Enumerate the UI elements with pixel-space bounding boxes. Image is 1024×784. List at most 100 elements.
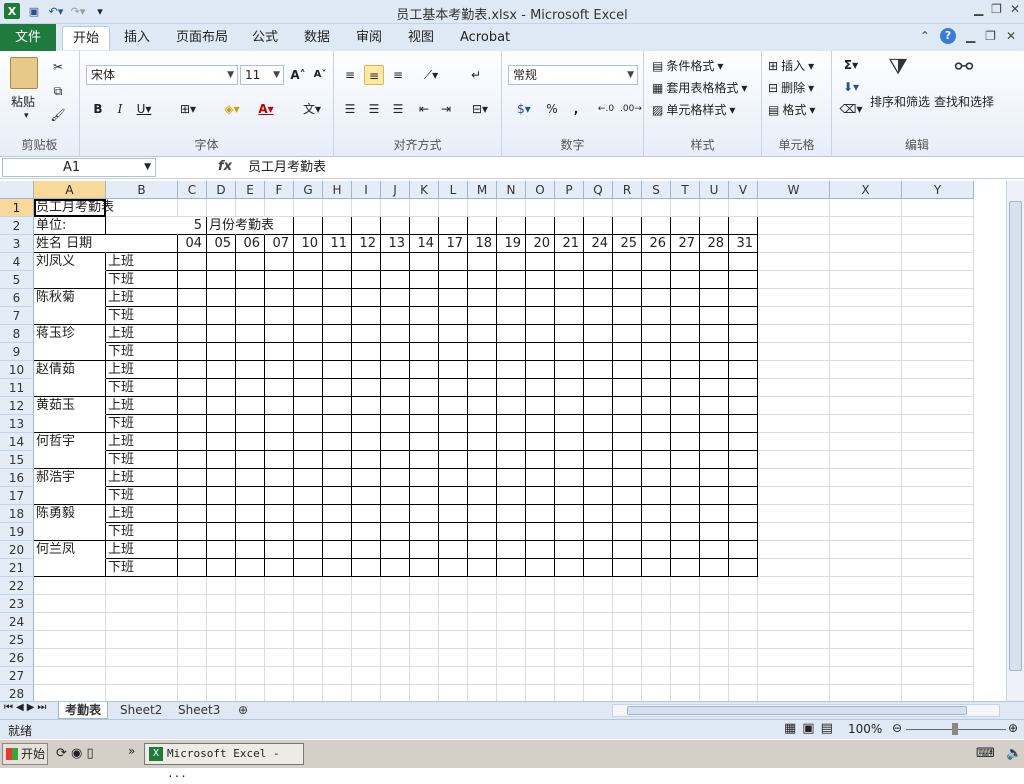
- cell[interactable]: [729, 271, 758, 289]
- cell[interactable]: [700, 397, 729, 415]
- cell[interactable]: [381, 415, 410, 433]
- cell[interactable]: [729, 469, 758, 487]
- cell[interactable]: [613, 271, 642, 289]
- cell[interactable]: 上班: [106, 397, 178, 415]
- cell[interactable]: [323, 487, 352, 505]
- cell[interactable]: [902, 199, 974, 217]
- cell[interactable]: [34, 343, 106, 361]
- vertical-scrollbar[interactable]: [1006, 181, 1024, 701]
- cell[interactable]: 21: [555, 235, 584, 253]
- select-all-corner[interactable]: [0, 181, 34, 199]
- cell[interactable]: [468, 505, 497, 523]
- cell[interactable]: [642, 505, 671, 523]
- cell[interactable]: [497, 559, 526, 577]
- cell[interactable]: [526, 217, 555, 235]
- cell[interactable]: [584, 595, 613, 613]
- cell[interactable]: [381, 667, 410, 685]
- cell[interactable]: [902, 649, 974, 667]
- cell[interactable]: [439, 307, 468, 325]
- cell[interactable]: [34, 379, 106, 397]
- cell[interactable]: 下班: [106, 559, 178, 577]
- insert-function-icon[interactable]: fx: [218, 159, 232, 174]
- cell[interactable]: 19: [497, 235, 526, 253]
- cell[interactable]: [902, 595, 974, 613]
- cell[interactable]: [729, 631, 758, 649]
- cell[interactable]: [613, 433, 642, 451]
- row-header[interactable]: 10: [0, 361, 34, 379]
- cell[interactable]: [410, 415, 439, 433]
- cell[interactable]: [468, 415, 497, 433]
- cell[interactable]: 下班: [106, 271, 178, 289]
- cell[interactable]: [381, 577, 410, 595]
- cell[interactable]: [830, 469, 902, 487]
- cell[interactable]: 何哲宇: [34, 433, 106, 451]
- cell[interactable]: [468, 649, 497, 667]
- cell[interactable]: [236, 469, 265, 487]
- cell[interactable]: [323, 433, 352, 451]
- cell[interactable]: [613, 217, 642, 235]
- cell[interactable]: [729, 217, 758, 235]
- cell[interactable]: [34, 577, 106, 595]
- cell[interactable]: 上班: [106, 325, 178, 343]
- cell[interactable]: [729, 667, 758, 685]
- cell[interactable]: [526, 199, 555, 217]
- cell[interactable]: [381, 397, 410, 415]
- start-button[interactable]: 开始: [2, 743, 48, 765]
- cell[interactable]: [294, 523, 323, 541]
- cell[interactable]: [265, 253, 294, 271]
- cell[interactable]: [207, 379, 236, 397]
- cell[interactable]: [497, 307, 526, 325]
- cell[interactable]: [584, 253, 613, 271]
- cell[interactable]: [671, 469, 700, 487]
- cell[interactable]: [352, 253, 381, 271]
- cell[interactable]: [236, 343, 265, 361]
- cell[interactable]: [642, 343, 671, 361]
- cell[interactable]: 13: [381, 235, 410, 253]
- cell[interactable]: [584, 685, 613, 701]
- cell[interactable]: [584, 613, 613, 631]
- cell[interactable]: [700, 631, 729, 649]
- cell[interactable]: [439, 559, 468, 577]
- cell[interactable]: [584, 505, 613, 523]
- cell[interactable]: [178, 613, 207, 631]
- cell[interactable]: [729, 433, 758, 451]
- cell[interactable]: [439, 667, 468, 685]
- row-header[interactable]: 13: [0, 415, 34, 433]
- cell[interactable]: [468, 397, 497, 415]
- cell[interactable]: [902, 415, 974, 433]
- cell[interactable]: [294, 469, 323, 487]
- cell[interactable]: [642, 397, 671, 415]
- cell[interactable]: [555, 289, 584, 307]
- cell[interactable]: [526, 397, 555, 415]
- cell[interactable]: [468, 271, 497, 289]
- cell[interactable]: [323, 199, 352, 217]
- cell[interactable]: [236, 397, 265, 415]
- cell[interactable]: [207, 325, 236, 343]
- cell[interactable]: [236, 307, 265, 325]
- cell[interactable]: [410, 577, 439, 595]
- row-header[interactable]: 28: [0, 685, 34, 701]
- cell[interactable]: [381, 379, 410, 397]
- cell[interactable]: [323, 649, 352, 667]
- column-header[interactable]: H: [323, 181, 352, 199]
- cell[interactable]: [902, 523, 974, 541]
- cell[interactable]: [902, 235, 974, 253]
- cell[interactable]: [902, 343, 974, 361]
- cell[interactable]: [700, 667, 729, 685]
- cell[interactable]: [830, 685, 902, 701]
- cell[interactable]: [439, 343, 468, 361]
- cell[interactable]: [207, 469, 236, 487]
- cell[interactable]: [34, 523, 106, 541]
- cell[interactable]: [671, 505, 700, 523]
- shrink-font-icon[interactable]: A˅: [310, 65, 330, 85]
- cell[interactable]: [830, 649, 902, 667]
- cell[interactable]: [729, 397, 758, 415]
- align-bottom-icon[interactable]: ≡: [388, 65, 408, 85]
- cell[interactable]: [468, 577, 497, 595]
- cell[interactable]: [265, 469, 294, 487]
- cell[interactable]: [381, 289, 410, 307]
- cell[interactable]: [381, 595, 410, 613]
- cell[interactable]: 下班: [106, 379, 178, 397]
- cell[interactable]: [265, 397, 294, 415]
- cell[interactable]: [106, 631, 178, 649]
